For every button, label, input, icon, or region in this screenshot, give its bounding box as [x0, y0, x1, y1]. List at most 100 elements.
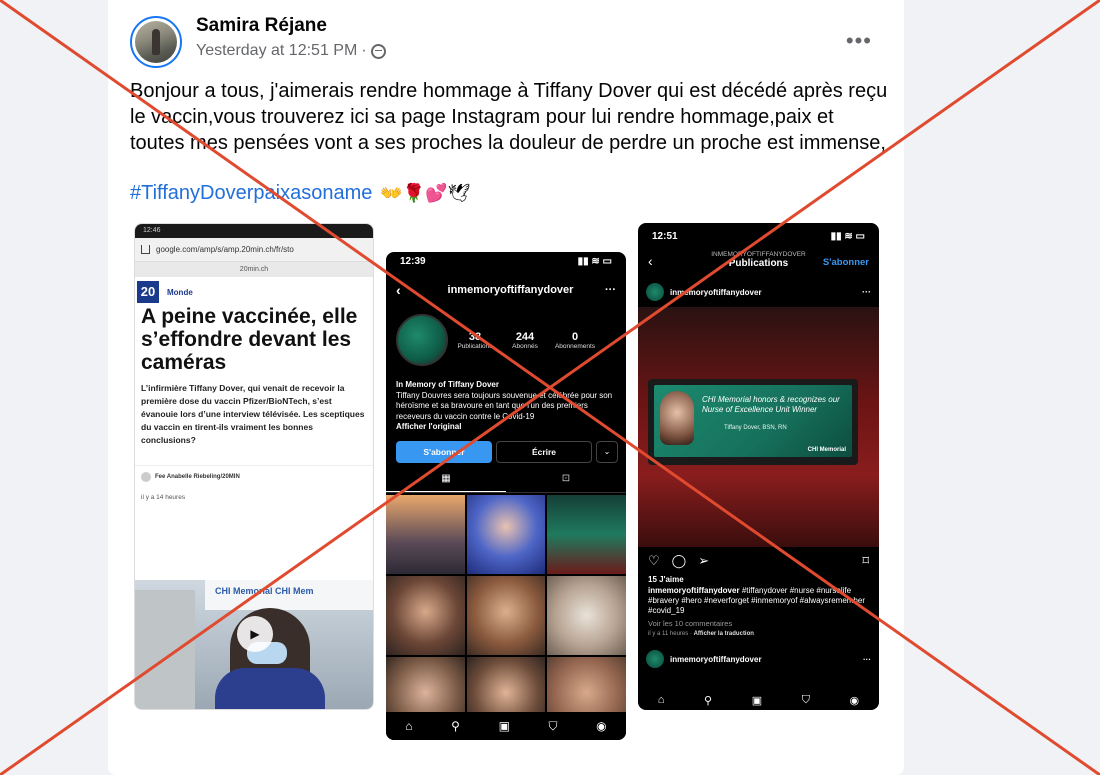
display-screen: CHI Memorial honors & recognizes our Nur…	[654, 385, 852, 457]
display-frame: CHI Memorial honors & recognizes our Nur…	[648, 379, 858, 465]
grid-photo[interactable]	[466, 494, 546, 574]
caption-username[interactable]: inmemoryoftiffanydover	[648, 586, 740, 595]
follow-button[interactable]: S'abonner	[823, 257, 869, 268]
stat-following[interactable]: 0 Abonnements	[552, 331, 598, 350]
shop-icon[interactable]: ⛉	[549, 719, 558, 734]
article-time: il y a 14 heures	[141, 494, 186, 501]
instagram-profile-screenshot[interactable]: 12:39 ▮▮ ≋ ▭ ‹ inmemoryoftiffanydover ··…	[386, 252, 626, 740]
stat-label: Abonnés	[512, 342, 538, 350]
grid-photo[interactable]	[386, 575, 465, 655]
play-icon[interactable]: ▶	[237, 616, 273, 652]
site-domain: 20min.ch	[135, 262, 373, 277]
more-options-button[interactable]: •••	[846, 28, 872, 54]
likes-count[interactable]: 15 J'aime	[638, 575, 879, 584]
avatar[interactable]	[130, 16, 182, 68]
bottom-nav: ⌂ ⚲ ▣ ⛉ ◉	[386, 712, 626, 740]
time-ago: il y a 11 heures ·	[648, 631, 692, 637]
status-time: 12:39	[400, 256, 426, 267]
home-icon[interactable]: ⌂	[405, 719, 412, 733]
section-label: Monde	[167, 287, 193, 297]
post-caption: inmemoryoftiffanydover #tiffanydover #nu…	[638, 584, 879, 616]
post-text: Bonjour a tous, j'aimerais rendre hommag…	[130, 80, 888, 154]
video-shirt	[215, 668, 325, 709]
profile-icon[interactable]: ◉	[596, 719, 606, 733]
article-screenshot[interactable]: 12:46 google.com/amp/s/amp.20min.ch/fr/s…	[134, 223, 374, 710]
view-comments-link[interactable]: Voir les 10 commentaires	[638, 616, 879, 628]
search-icon[interactable]: ⚲	[451, 719, 460, 733]
credit-text: Fee Anabelle Riebeling/20MIN	[155, 474, 240, 480]
bottom-nav: ⌂ ⚲ ▣ ⛉ ◉	[638, 690, 879, 710]
profile-icon[interactable]: ◉	[850, 694, 860, 707]
profile-bio: In Memory of Tiffany Dover Tiffany Douvr…	[386, 366, 626, 433]
profile-tabs: ▦ ⊡	[386, 473, 626, 493]
20min-logo: 20	[137, 281, 159, 303]
post-username[interactable]: inmemoryoftiffanydover	[670, 288, 762, 297]
signal-icon: ▮▮ ≋ ▭	[830, 231, 865, 242]
instagram-post-screenshot[interactable]: 12:51 ▮▮ ≋ ▭ ‹ INMEMORYOFTIFFANYDOVER Pu…	[638, 223, 879, 710]
home-icon	[141, 245, 150, 254]
menu-icon[interactable]: ···	[862, 287, 871, 297]
translate-link[interactable]: Afficher la traduction	[694, 631, 754, 637]
profile-stats: 38 Publications 244 Abonnés 0 Abonnement…	[386, 306, 626, 366]
back-icon[interactable]: ‹	[648, 253, 653, 269]
portrait-photo	[660, 391, 694, 445]
search-icon[interactable]: ⚲	[704, 694, 712, 707]
grid-photo[interactable]	[547, 494, 626, 574]
status-time: 12:51	[652, 231, 678, 242]
home-icon[interactable]: ⌂	[658, 694, 665, 706]
message-button[interactable]: Écrire	[496, 440, 592, 463]
globe-icon[interactable]	[370, 43, 386, 59]
photo-grid	[386, 494, 626, 736]
reels-icon[interactable]: ▣	[752, 694, 762, 707]
bookmark-icon[interactable]: ⌑	[862, 553, 869, 569]
grid-photo[interactable]	[547, 575, 626, 655]
chevron-down-icon[interactable]: ⌄	[596, 440, 618, 463]
menu-icon[interactable]: ···	[863, 655, 871, 664]
profile-header: ‹ inmemoryoftiffanydover ···	[386, 274, 626, 306]
see-original-link[interactable]: Afficher l'original	[396, 422, 616, 433]
article-headline: A peine vaccinée, elle s’effondre devant…	[141, 305, 358, 374]
profile-avatar[interactable]	[396, 314, 448, 366]
status-bar: 12:51 ▮▮ ≋ ▭	[638, 223, 879, 247]
screen-logo: CHI Memorial	[807, 447, 846, 453]
emojis: 👐🌹💕🕊	[380, 183, 471, 203]
comment-icon[interactable]: ◯	[672, 553, 687, 569]
post-actions: ♡ ◯ ➢ ⌑	[638, 547, 879, 575]
next-post-row: inmemoryoftiffanydover ···	[638, 647, 879, 671]
post-header: ‹ INMEMORYOFTIFFANYDOVER Publications S'…	[638, 247, 879, 277]
follow-button[interactable]: S'abonner	[396, 440, 492, 463]
stat-publications[interactable]: 38 Publications	[452, 331, 498, 350]
signal-icon: ▮▮ ≋ ▭	[577, 256, 612, 267]
photo-credit: Fee Anabelle Riebeling/20MIN	[135, 465, 373, 488]
video-sign: CHI Memorial CHI Mem	[205, 580, 373, 610]
next-username[interactable]: inmemoryoftiffanydover	[670, 655, 762, 664]
share-icon[interactable]: ➢	[698, 553, 709, 569]
heart-icon[interactable]: ♡	[648, 553, 660, 569]
menu-icon[interactable]: ···	[605, 284, 616, 296]
back-icon[interactable]: ‹	[396, 282, 416, 298]
url-text: google.com/amp/s/amp.20min.ch/fr/sto	[156, 245, 294, 254]
meta-separator: ·	[361, 42, 367, 59]
post-image[interactable]: CHI Memorial honors & recognizes our Nur…	[638, 307, 879, 547]
post-author[interactable]: Samira Réjane	[196, 15, 327, 37]
shop-icon[interactable]: ⛉	[802, 694, 810, 707]
site-brand: 20 Monde	[135, 277, 373, 305]
article-video[interactable]: CHI Memorial CHI Mem ▶	[135, 580, 373, 709]
stat-number: 38	[468, 330, 482, 343]
stat-followers[interactable]: 244 Abonnés	[502, 331, 548, 350]
post-meta: Yesterday at 12:51 PM ·	[196, 42, 386, 60]
reels-icon[interactable]: ▣	[499, 719, 510, 733]
post-timestamp[interactable]: Yesterday at 12:51 PM	[196, 42, 357, 60]
grid-photo[interactable]	[386, 494, 465, 574]
grid-photo[interactable]	[466, 575, 546, 655]
user-avatar[interactable]	[646, 650, 664, 668]
stat-number: 0	[571, 330, 579, 343]
credit-avatar	[141, 472, 151, 482]
tagged-icon[interactable]: ⊡	[506, 473, 626, 492]
article-lead: L’infirmière Tiffany Dover, qui venait d…	[141, 383, 365, 445]
hashtag-link[interactable]: #TiffanyDoverpaixasoname	[130, 180, 372, 206]
bio-text: Tiffany Douvres sera toujours souvenue e…	[396, 390, 613, 421]
user-avatar[interactable]	[646, 283, 664, 301]
grid-icon[interactable]: ▦	[386, 473, 506, 492]
video-background	[135, 590, 195, 709]
